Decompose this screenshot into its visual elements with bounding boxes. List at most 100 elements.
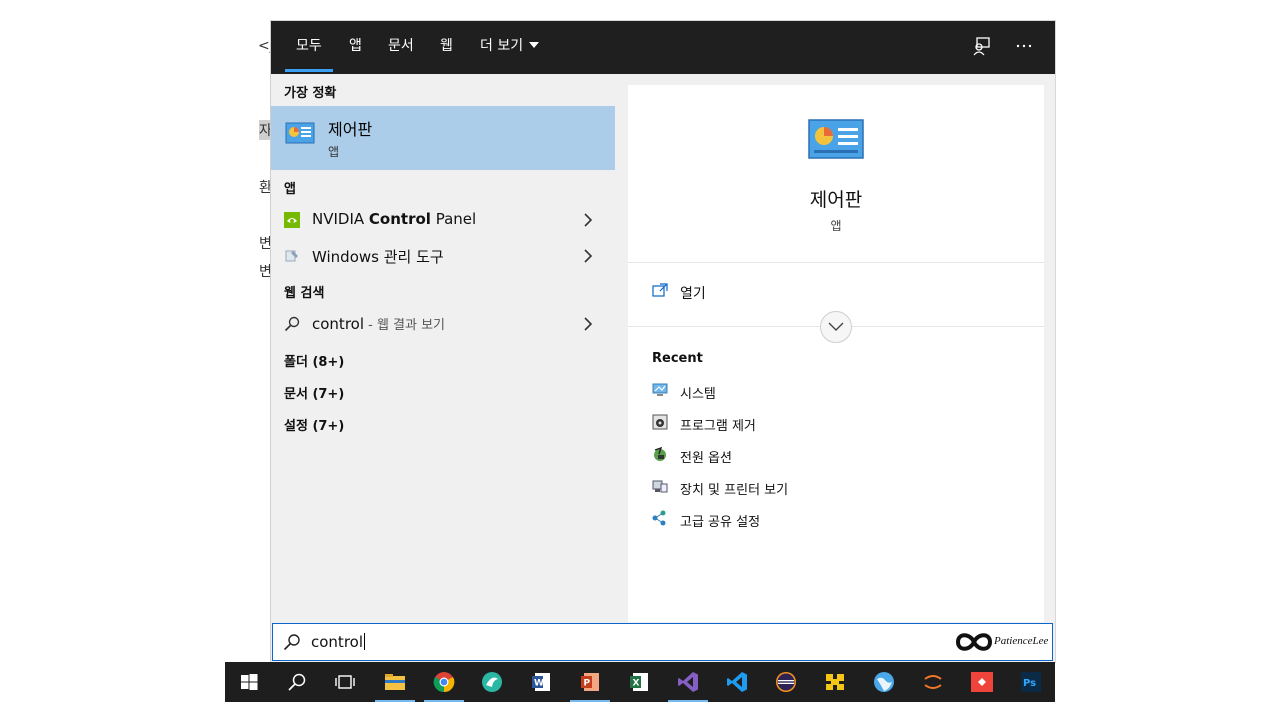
excel-icon: X bbox=[630, 673, 648, 691]
uninstall-icon bbox=[652, 414, 668, 430]
powerpoint-icon: P bbox=[581, 673, 599, 691]
open-icon bbox=[652, 283, 668, 297]
taskbar-app-bird[interactable] bbox=[468, 662, 516, 702]
recent-item-label: 시스템 bbox=[680, 387, 716, 402]
search-panel: 모두 앱 문서 웹 더 보기 가장 정확 제어판 앱 앱 NVIDIA Cont… bbox=[271, 21, 1055, 662]
control-panel-icon bbox=[285, 122, 315, 144]
admin-tools-icon bbox=[285, 250, 298, 262]
vscode-icon bbox=[727, 672, 747, 692]
taskbar-file-explorer[interactable] bbox=[371, 662, 419, 702]
anydesk-icon bbox=[971, 672, 993, 692]
devices-icon bbox=[652, 480, 668, 493]
expand-button[interactable] bbox=[820, 311, 852, 343]
task-view-button[interactable] bbox=[321, 662, 369, 702]
recent-item-label: 장치 및 프린터 보기 bbox=[680, 483, 789, 498]
recent-item-label: 고급 공유 설정 bbox=[680, 515, 761, 530]
taskbar-excel[interactable]: X bbox=[615, 662, 663, 702]
eclipse-icon bbox=[776, 672, 796, 692]
globe-app-icon bbox=[874, 672, 894, 692]
best-match-title: 제어판 bbox=[328, 120, 373, 139]
recent-item-label: 전원 옵션 bbox=[680, 451, 732, 466]
tab-more[interactable]: 더 보기 bbox=[480, 21, 540, 74]
search-input[interactable]: control PatienceLee bbox=[272, 623, 1053, 661]
watermark-logo: PatienceLee bbox=[955, 633, 1048, 651]
start-button[interactable] bbox=[225, 662, 273, 702]
divider bbox=[628, 262, 1044, 263]
app-result-label: Windows 관리 도구 bbox=[312, 248, 444, 266]
detail-pane: 제어판 앱 열기 Recent 시스템 프로그램 제거 전원 옵션 장치 및 프… bbox=[628, 85, 1044, 622]
taskbar: W P X Ps bbox=[225, 662, 1055, 702]
power-icon bbox=[654, 446, 666, 461]
tab-web-label: 웹 bbox=[440, 38, 453, 54]
section-apps: 앱 bbox=[284, 182, 296, 197]
search-icon bbox=[284, 316, 300, 332]
svg-text:W: W bbox=[534, 679, 544, 689]
bird-app-icon bbox=[482, 672, 502, 692]
svg-text:PatienceLee: PatienceLee bbox=[993, 635, 1048, 647]
taskbar-eclipse[interactable] bbox=[762, 662, 810, 702]
chevron-down-icon bbox=[529, 42, 540, 48]
taskbar-photoshop[interactable]: Ps bbox=[1007, 662, 1055, 702]
background-text-4: 변 bbox=[259, 236, 272, 252]
taskbar-visual-studio[interactable] bbox=[664, 662, 712, 702]
task-view-icon bbox=[335, 675, 355, 689]
word-icon: W bbox=[532, 673, 550, 691]
tab-documents[interactable]: 문서 bbox=[388, 21, 414, 74]
app-result-label: NVIDIA Control Panel bbox=[312, 210, 477, 228]
search-tab-bar: 모두 앱 문서 웹 더 보기 bbox=[271, 21, 1055, 74]
taskbar-yellow-app[interactable] bbox=[811, 662, 859, 702]
more-options-icon[interactable] bbox=[1013, 35, 1035, 57]
chrome-icon bbox=[433, 672, 455, 693]
taskbar-powerpoint[interactable]: P bbox=[566, 662, 614, 702]
taskbar-word[interactable]: W bbox=[517, 662, 565, 702]
recent-header: Recent bbox=[652, 351, 703, 366]
detail-subtitle: 앱 bbox=[830, 219, 842, 233]
tab-more-label: 더 보기 bbox=[480, 38, 524, 54]
web-result-control[interactable]: control - 웹 결과 보기 bbox=[271, 307, 615, 341]
tab-documents-label: 문서 bbox=[388, 38, 414, 54]
search-icon bbox=[283, 634, 300, 651]
recent-item-label: 프로그램 제거 bbox=[680, 419, 756, 434]
taskbar-vscode[interactable] bbox=[713, 662, 761, 702]
background-text-5: 변 bbox=[259, 264, 272, 280]
chevron-right-icon[interactable] bbox=[583, 249, 593, 263]
control-panel-large-icon bbox=[808, 119, 864, 159]
taskbar-anydesk[interactable] bbox=[958, 662, 1006, 702]
open-label: 열기 bbox=[680, 286, 706, 302]
best-match-subtitle: 앱 bbox=[328, 145, 340, 159]
tab-all[interactable]: 모두 bbox=[285, 21, 333, 74]
background-text-2: 자 bbox=[259, 120, 272, 140]
section-documents[interactable]: 문서 (7+) bbox=[284, 383, 344, 402]
section-best-match: 가장 정확 bbox=[284, 86, 337, 101]
app-result-windows-admin-tools[interactable]: Windows 관리 도구 bbox=[271, 239, 615, 273]
section-web-search: 웹 검색 bbox=[284, 286, 325, 301]
detail-title: 제어판 bbox=[809, 189, 863, 211]
tab-web[interactable]: 웹 bbox=[440, 21, 453, 74]
section-settings[interactable]: 설정 (7+) bbox=[284, 415, 344, 434]
section-folders[interactable]: 폴더 (8+) bbox=[284, 351, 344, 370]
visual-studio-icon bbox=[678, 672, 698, 692]
tab-apps-label: 앱 bbox=[349, 38, 362, 54]
app-result-nvidia-control-panel[interactable]: NVIDIA Control Panel bbox=[271, 203, 615, 237]
windows-logo-icon bbox=[241, 674, 258, 690]
background-text-3: 환 bbox=[259, 180, 272, 196]
chevron-down-icon bbox=[828, 322, 844, 331]
taskbar-jupyter[interactable] bbox=[909, 662, 957, 702]
photoshop-icon: Ps bbox=[1021, 672, 1041, 692]
tab-apps[interactable]: 앱 bbox=[349, 21, 362, 74]
taskbar-search-button[interactable] bbox=[273, 662, 321, 702]
feedback-icon[interactable] bbox=[971, 35, 993, 57]
web-result-label: control - 웹 결과 보기 bbox=[312, 315, 446, 333]
jupyter-icon bbox=[924, 675, 942, 689]
nvidia-icon bbox=[284, 212, 300, 228]
puzzle-app-icon bbox=[826, 674, 844, 690]
chevron-right-icon[interactable] bbox=[583, 317, 593, 331]
search-icon bbox=[288, 673, 306, 691]
taskbar-globe-app[interactable] bbox=[860, 662, 908, 702]
chevron-right-icon[interactable] bbox=[583, 213, 593, 227]
file-explorer-icon bbox=[385, 674, 405, 690]
taskbar-chrome[interactable] bbox=[420, 662, 468, 702]
tab-all-label: 모두 bbox=[296, 38, 322, 54]
best-match-control-panel[interactable]: 제어판 앱 bbox=[271, 106, 615, 170]
search-input-value: control bbox=[311, 633, 365, 651]
